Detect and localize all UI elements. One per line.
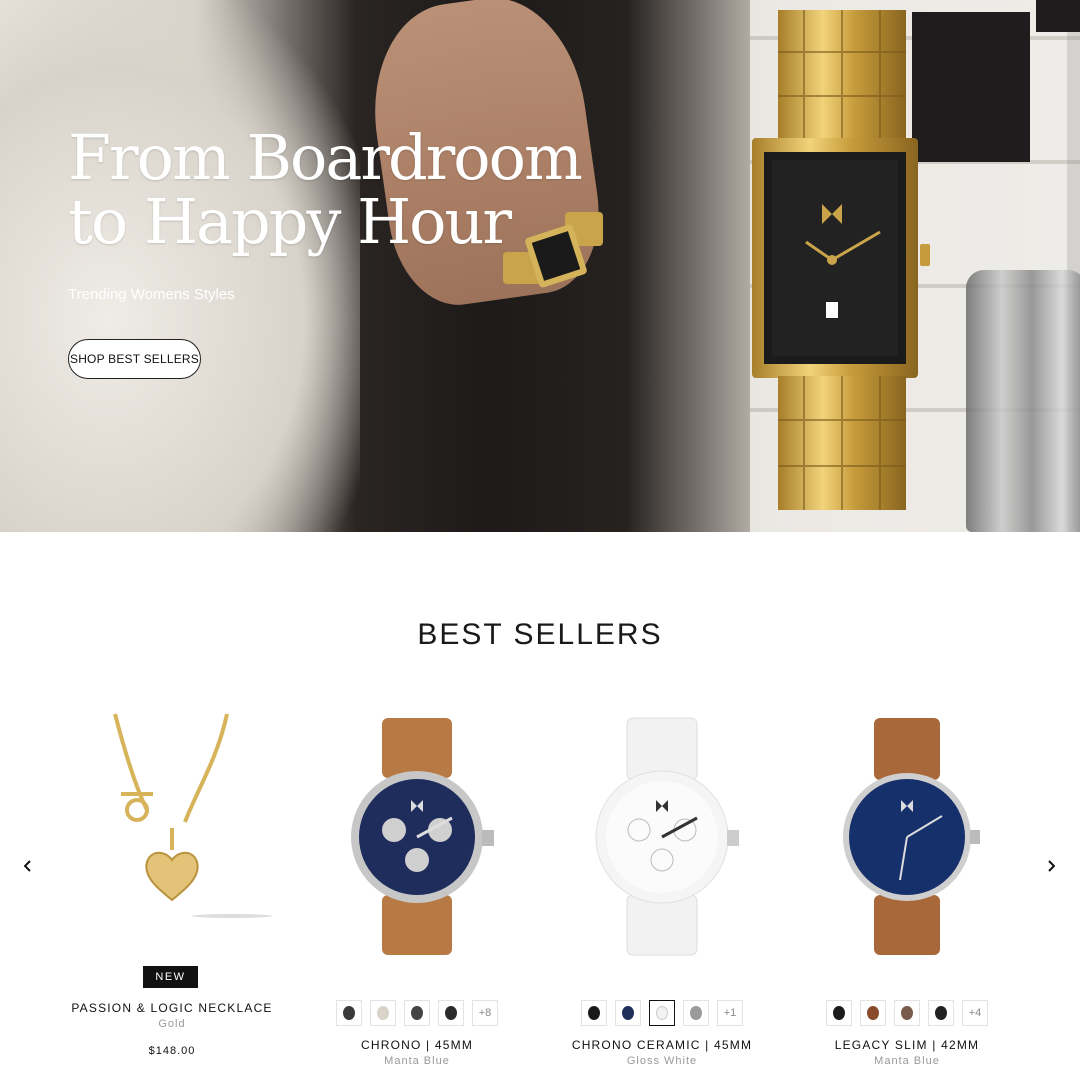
color-swatch[interactable] (438, 1000, 464, 1026)
product-card[interactable]: +4 LEGACY SLIM | 42MM Manta Blue (792, 700, 1022, 1080)
color-swatch[interactable] (370, 1000, 396, 1026)
new-badge: NEW (143, 966, 198, 988)
product-card[interactable]: +8 CHRONO | 45MM Manta Blue (302, 700, 532, 1080)
hero-background-dark-tile (1036, 0, 1080, 32)
color-swatch[interactable] (928, 1000, 954, 1026)
color-swatch[interactable] (615, 1000, 641, 1026)
product-name[interactable]: LEGACY SLIM | 42MM (792, 1038, 1022, 1052)
color-swatches: +8 (302, 1000, 532, 1026)
product-price: $148.00 (148, 1045, 196, 1057)
watch-legacy-slim-image (843, 718, 980, 955)
color-swatch[interactable] (860, 1000, 886, 1026)
more-colors-button[interactable]: +4 (962, 1000, 988, 1026)
watch-chrono-ceramic-image (595, 717, 739, 956)
watch-chrono-image (351, 718, 494, 955)
product-card[interactable]: +1 CHRONO CERAMIC | 45MM Gloss White (547, 700, 777, 1080)
chevron-left-icon[interactable] (18, 856, 38, 876)
hero-banner: From Boardroom to Happy Hour Trending Wo… (0, 0, 1080, 532)
product-variant: Gold (158, 1018, 186, 1030)
color-swatch[interactable] (336, 1000, 362, 1026)
product-variant: Manta Blue (384, 1055, 450, 1067)
color-swatches: +1 (547, 1000, 777, 1026)
product-name[interactable]: CHRONO | 45MM (302, 1038, 532, 1052)
product-variant: Manta Blue (874, 1055, 940, 1067)
hero-watch-image (752, 10, 930, 510)
product-name[interactable]: CHRONO CERAMIC | 45MM (547, 1038, 777, 1052)
product-card[interactable]: NEW PASSION & LOGIC NECKLACE Gold $148.0… (57, 700, 287, 1080)
best-sellers-heading: BEST SELLERS (417, 618, 663, 651)
hero-background-shirt (0, 0, 360, 532)
color-swatch[interactable] (894, 1000, 920, 1026)
hero-title: From Boardroom to Happy Hour (68, 121, 583, 258)
hero-background-coffee-press (966, 270, 1080, 532)
product-name[interactable]: PASSION & LOGIC NECKLACE (57, 1001, 287, 1015)
color-swatch[interactable] (404, 1000, 430, 1026)
product-variant: Gloss White (626, 1055, 698, 1067)
more-colors-button[interactable]: +8 (472, 1000, 498, 1026)
chevron-right-icon[interactable] (1041, 856, 1061, 876)
more-colors-button[interactable]: +1 (717, 1000, 743, 1026)
shop-best-sellers-button[interactable]: SHOP BEST SELLERS (68, 339, 201, 379)
hero-subtitle: Trending Womens Styles (68, 286, 235, 303)
color-swatches: +4 (792, 1000, 1022, 1026)
color-swatch[interactable] (581, 1000, 607, 1026)
color-swatch[interactable] (826, 1000, 852, 1026)
necklace-image (113, 713, 272, 918)
color-swatch-selected[interactable] (649, 1000, 675, 1026)
color-swatch[interactable] (683, 1000, 709, 1026)
